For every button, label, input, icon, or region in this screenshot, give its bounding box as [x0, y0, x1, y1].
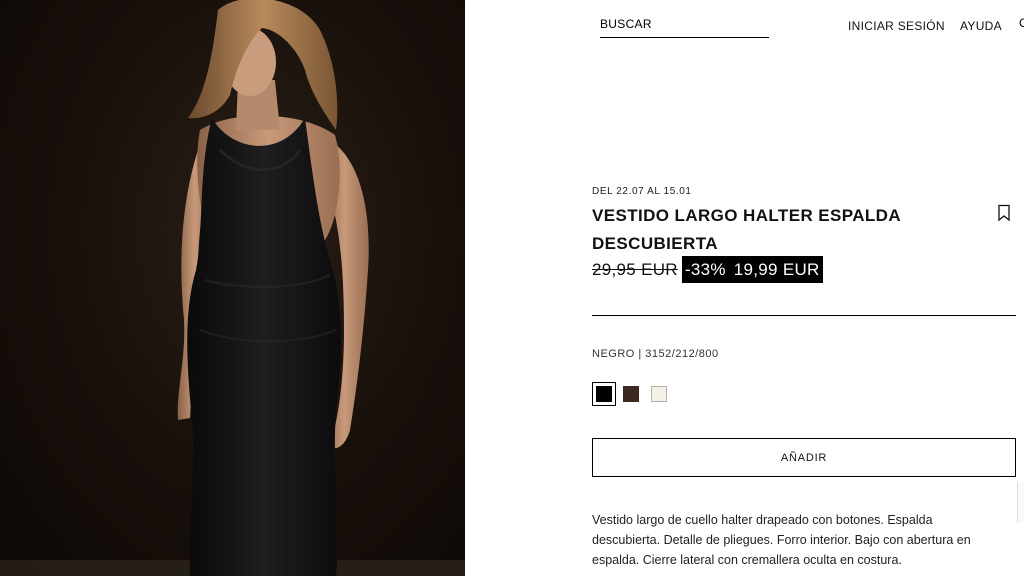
login-link[interactable]: INICIAR SESIÓN [848, 19, 945, 33]
help-link[interactable]: AYUDA [960, 19, 1002, 33]
sale-price: 19,99 EUR [733, 259, 820, 279]
search-label: BUSCAR [600, 17, 652, 31]
bookmark-icon[interactable] [996, 204, 1012, 222]
color-swatch-off-white[interactable] [651, 386, 667, 402]
product-photo[interactable] [0, 0, 465, 576]
search-input[interactable]: BUSCAR [600, 16, 769, 38]
divider [592, 315, 1016, 316]
product-description: Vestido largo de cuello halter drapeado … [592, 513, 971, 567]
color-swatch-black[interactable] [592, 382, 616, 406]
old-price: 29,95 EUR [592, 259, 678, 279]
product-title: VESTIDO LARGO HALTER ESPALDA DESCUBIERTA [592, 206, 901, 253]
color-swatch-brown[interactable] [623, 386, 639, 402]
promo-dates: DEL 22.07 AL 15.01 [592, 186, 692, 197]
cart-link[interactable]: C [1019, 16, 1024, 36]
color-reference: NEGRO | 3152/212/800 [592, 348, 719, 360]
discount-percent: -33% [684, 259, 726, 279]
sale-badge: -33% 19,99 EUR [681, 256, 823, 283]
side-tab[interactable] [1017, 482, 1024, 522]
product-page: BUSCAR INICIAR SESIÓN AYUDA C DEL 22.07 … [0, 0, 1024, 576]
add-to-cart-button[interactable]: AÑADIR [592, 438, 1016, 477]
model-illustration [0, 0, 465, 576]
price-row: 29,95 EUR -33% 19,99 EUR [592, 256, 823, 283]
